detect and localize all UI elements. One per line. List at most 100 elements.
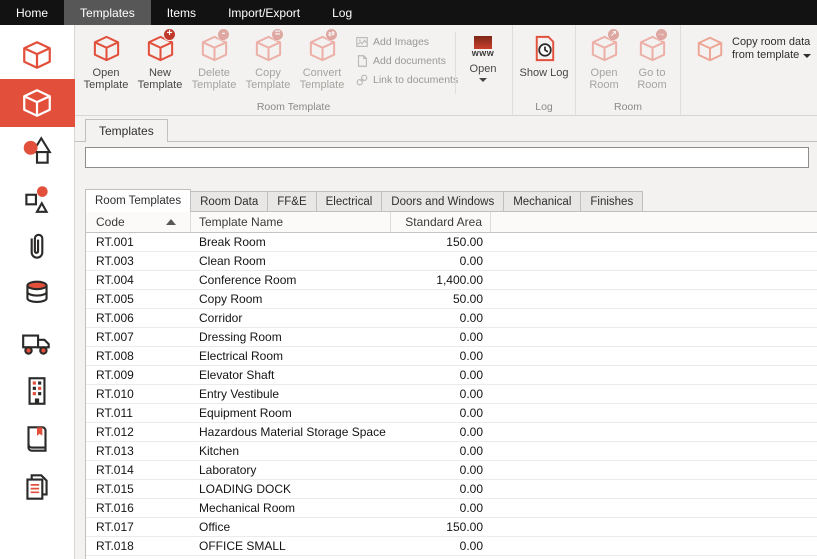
tab-electrical[interactable]: Electrical — [317, 191, 383, 212]
copy-room-data-button[interactable]: Copy room data from template — [685, 28, 817, 64]
sidebar-item-templates[interactable] — [0, 79, 75, 127]
sidebar-item-items[interactable] — [0, 175, 75, 223]
row-code: RT.005 — [86, 292, 191, 306]
row-template-name: Clean Room — [191, 254, 391, 268]
add-documents-button[interactable]: Add documents — [355, 54, 450, 68]
table-row[interactable]: RT.004Conference Room1,400.00 — [86, 271, 817, 290]
table-row[interactable]: RT.016Mechanical Room0.00 — [86, 499, 817, 518]
row-code: RT.001 — [86, 235, 191, 249]
table-row[interactable]: RT.009Elevator Shaft0.00 — [86, 366, 817, 385]
pages-icon — [20, 470, 54, 504]
tab-mechanical[interactable]: Mechanical — [504, 191, 581, 212]
clock-log-icon — [529, 33, 560, 64]
table-row[interactable]: RT.001Break Room150.00 — [86, 233, 817, 252]
row-standard-area: 0.00 — [391, 539, 491, 553]
open-web-button[interactable]: www Open — [458, 28, 508, 82]
copy-template-button[interactable]: Copy Template — [241, 28, 295, 92]
row-template-name: Hazardous Material Storage Space — [191, 425, 391, 439]
sidebar-item-attachments[interactable] — [0, 223, 75, 271]
cube-icon — [20, 38, 54, 72]
convert-template-label: Convert Template — [295, 67, 349, 92]
table-row[interactable]: RT.010Entry Vestibule0.00 — [86, 385, 817, 404]
table-row[interactable]: RT.014Laboratory0.00 — [86, 461, 817, 480]
sidebar-item-logistics[interactable] — [0, 319, 75, 367]
add-images-label: Add Images — [373, 36, 429, 48]
book-icon — [20, 422, 54, 456]
row-standard-area: 0.00 — [391, 463, 491, 477]
row-code: RT.009 — [86, 368, 191, 382]
menu-home[interactable]: Home — [0, 0, 64, 25]
delete-template-label: Delete Template — [187, 67, 241, 92]
open-template-button[interactable]: Open Template — [79, 28, 133, 92]
table-row[interactable]: RT.008Electrical Room0.00 — [86, 347, 817, 366]
group-label-room: Room — [576, 101, 680, 113]
tab-room-data[interactable]: Room Data — [191, 191, 268, 212]
menu-import-export[interactable]: Import/Export — [212, 0, 316, 25]
row-standard-area: 0.00 — [391, 254, 491, 268]
table-row[interactable]: RT.017Office150.00 — [86, 518, 817, 537]
menu-templates[interactable]: Templates — [64, 0, 151, 25]
show-log-button[interactable]: Show Log — [517, 28, 571, 79]
row-code: RT.006 — [86, 311, 191, 325]
table-row[interactable]: RT.018OFFICE SMALL0.00 — [86, 537, 817, 556]
tab-room-templates[interactable]: Room Templates — [85, 189, 191, 212]
sidebar-item-catalog[interactable] — [0, 415, 75, 463]
sidebar-item-shapes[interactable] — [0, 127, 75, 175]
table-row[interactable]: RT.007Dressing Room0.00 — [86, 328, 817, 347]
add-images-button[interactable]: Add Images — [355, 35, 450, 49]
delete-template-button[interactable]: Delete Template — [187, 28, 241, 92]
table-row[interactable]: RT.012Hazardous Material Storage Space0.… — [86, 423, 817, 442]
main-content: Templates Room Templates Room Data FF&E … — [75, 116, 817, 559]
go-to-room-button[interactable]: Go to Room — [628, 28, 676, 92]
detail-tabstrip: Room Templates Room Data FF&E Electrical… — [85, 189, 817, 212]
document-tab-templates[interactable]: Templates — [85, 119, 168, 142]
row-code: RT.010 — [86, 387, 191, 401]
attachment-buttons: Add Images Add documents Link to documen… — [349, 28, 453, 87]
menu-items[interactable]: Items — [151, 0, 212, 25]
convert-template-button[interactable]: Convert Template — [295, 28, 349, 92]
table-header: Code Template Name Standard Area — [86, 212, 817, 233]
column-header-code[interactable]: Code — [86, 212, 191, 232]
column-header-template-name[interactable]: Template Name — [191, 212, 391, 232]
truck-icon — [20, 326, 54, 360]
open-web-label: Open — [470, 63, 497, 75]
top-menubar: Home Templates Items Import/Export Log — [0, 0, 817, 25]
table-row[interactable]: RT.006Corridor0.00 — [86, 309, 817, 328]
table-row[interactable]: RT.013Kitchen0.00 — [86, 442, 817, 461]
table-row[interactable]: RT.005Copy Room50.00 — [86, 290, 817, 309]
new-template-button[interactable]: New Template — [133, 28, 187, 92]
row-standard-area: 0.00 — [391, 444, 491, 458]
sidebar-item-rooms[interactable] — [0, 31, 75, 79]
open-template-label: Open Template — [79, 67, 133, 92]
document-icon — [355, 54, 369, 68]
table-row[interactable]: RT.003Clean Room0.00 — [86, 252, 817, 271]
sort-ascending-icon — [166, 219, 176, 225]
row-template-name: Equipment Room — [191, 406, 391, 420]
document-tab-label: Templates — [99, 124, 154, 138]
open-room-button[interactable]: Open Room — [580, 28, 628, 92]
row-template-name: Elevator Shaft — [191, 368, 391, 382]
column-header-standard-area[interactable]: Standard Area — [391, 212, 491, 232]
cube-active-icon — [20, 86, 54, 120]
filter-input[interactable] — [85, 147, 809, 168]
ribbon-group-copy-room-data: Copy room data from template — [681, 25, 817, 115]
sidebar-item-finance[interactable] — [0, 271, 75, 319]
sidebar-item-buildings[interactable] — [0, 367, 75, 415]
row-code: RT.008 — [86, 349, 191, 363]
row-template-name: Entry Vestibule — [191, 387, 391, 401]
row-code: RT.003 — [86, 254, 191, 268]
row-standard-area: 0.00 — [391, 406, 491, 420]
tab-doors-and-windows[interactable]: Doors and Windows — [382, 191, 504, 212]
row-template-name: Conference Room — [191, 273, 391, 287]
go-badge-icon — [655, 28, 668, 41]
hexagon-copy-icon — [695, 34, 725, 64]
table-row[interactable]: RT.015LOADING DOCK0.00 — [86, 480, 817, 499]
table-row[interactable]: RT.011Equipment Room0.00 — [86, 404, 817, 423]
tab-finishes[interactable]: Finishes — [581, 191, 643, 212]
add-documents-label: Add documents — [373, 55, 446, 67]
menu-log[interactable]: Log — [316, 0, 368, 25]
sidebar-item-reports[interactable] — [0, 463, 75, 511]
link-to-documents-button[interactable]: Link to documents — [355, 73, 450, 87]
www-open-icon: www — [466, 31, 500, 61]
tab-ffe[interactable]: FF&E — [268, 191, 316, 212]
